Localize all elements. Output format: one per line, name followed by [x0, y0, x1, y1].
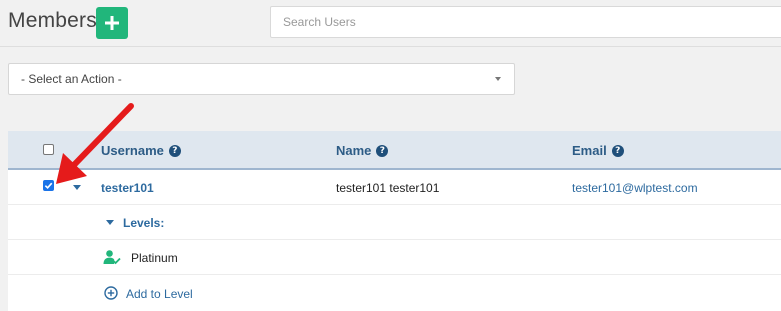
- members-table: Username ? Name ? Email ? tester101 test…: [8, 131, 781, 311]
- column-label: Email: [572, 143, 607, 158]
- search-users-input[interactable]: [270, 6, 781, 38]
- username-link[interactable]: tester101: [101, 181, 154, 195]
- column-label: Username: [101, 143, 164, 158]
- table-row: tester101 tester101 tester101 tester101@…: [8, 170, 781, 205]
- row-checkbox[interactable]: [43, 180, 54, 191]
- question-icon[interactable]: ?: [376, 144, 389, 157]
- bulk-action-selected: - Select an Action -: [21, 72, 122, 86]
- expand-row-icon[interactable]: [73, 185, 81, 190]
- member-name: tester101 tester101: [336, 181, 440, 195]
- column-header-email[interactable]: Email ?: [572, 143, 624, 158]
- question-icon[interactable]: ?: [168, 144, 181, 157]
- add-to-level-link[interactable]: Add to Level: [126, 287, 193, 301]
- add-member-button[interactable]: [96, 7, 128, 39]
- bulk-action-select[interactable]: - Select an Action -: [8, 63, 515, 95]
- page-title: Members: [8, 9, 97, 32]
- user-check-icon: [103, 250, 121, 265]
- check-icon: [44, 182, 53, 190]
- level-name: Platinum: [131, 251, 178, 265]
- email-link[interactable]: tester101@wlptest.com: [572, 181, 698, 195]
- header-divider: [0, 46, 781, 47]
- question-icon[interactable]: ?: [611, 144, 624, 157]
- level-item-row: Platinum: [8, 240, 781, 275]
- levels-header-row: Levels:: [8, 205, 781, 240]
- plus-circle-icon[interactable]: [104, 286, 118, 300]
- plus-icon: [105, 16, 119, 30]
- caret-down-icon: [495, 77, 501, 81]
- add-to-level-row: Add to Level: [8, 275, 781, 309]
- column-label: Name: [336, 143, 372, 158]
- column-header-username[interactable]: Username ?: [101, 143, 181, 158]
- levels-label: Levels:: [123, 216, 165, 230]
- select-all-checkbox[interactable]: [43, 144, 54, 155]
- table-header: Username ? Name ? Email ?: [8, 131, 781, 170]
- column-header-name[interactable]: Name ?: [336, 143, 389, 158]
- collapse-levels-icon[interactable]: [106, 220, 114, 225]
